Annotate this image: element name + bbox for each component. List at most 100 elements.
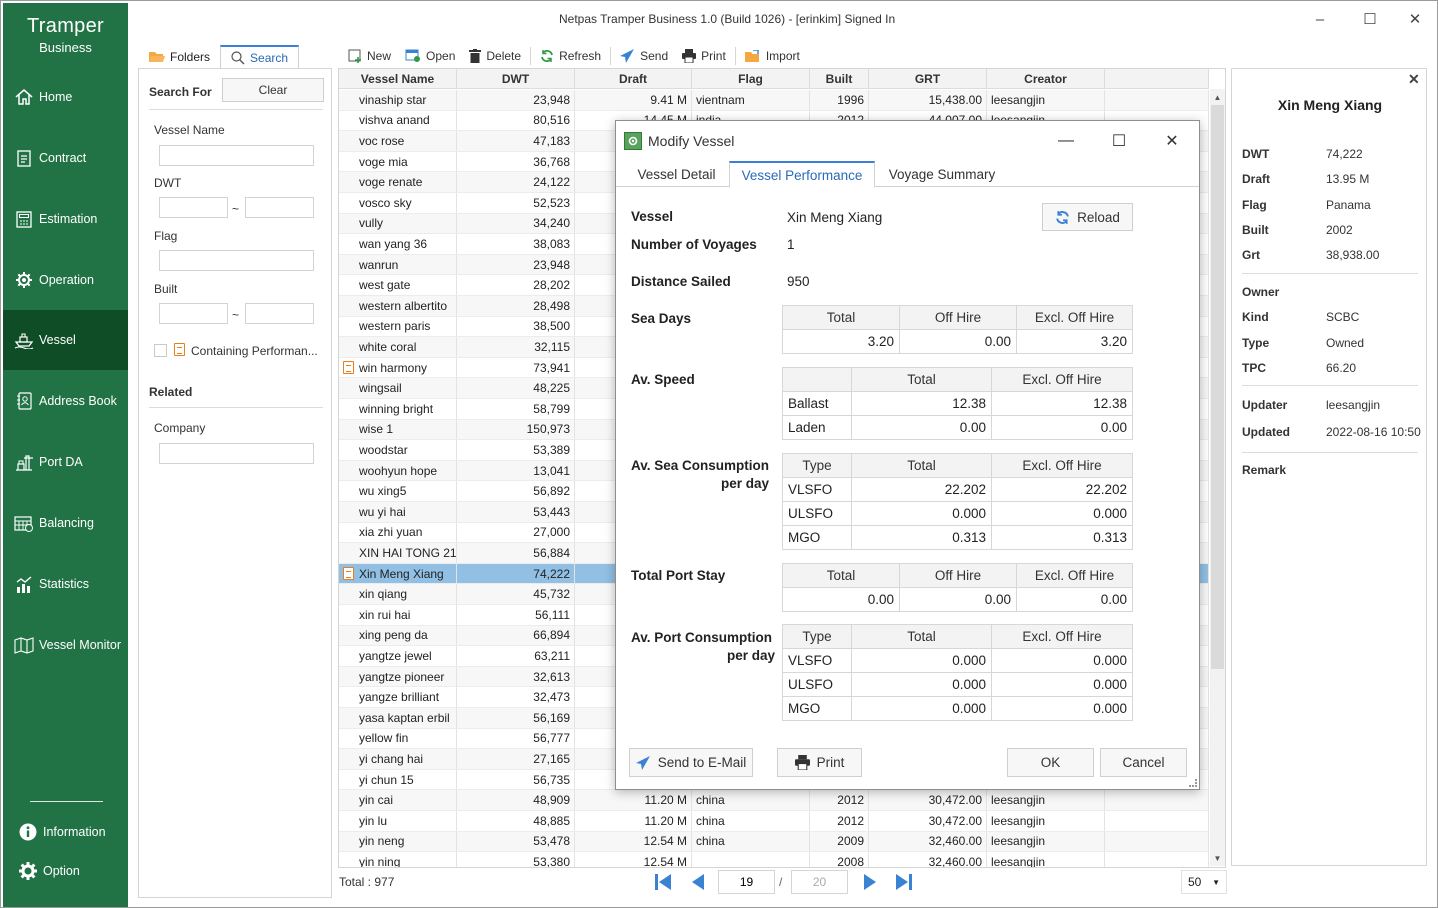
sidebar-item-home[interactable]: Home (3, 67, 128, 127)
send-email-button[interactable]: Send to E-Mail (629, 748, 753, 777)
next-page-button[interactable] (860, 869, 880, 895)
cell-text: wu xing5 (359, 484, 407, 499)
sidebar-item-option[interactable]: Option (17, 860, 80, 882)
cell-name: wingsail (339, 378, 457, 398)
dwt-to-input[interactable] (245, 197, 314, 218)
open-button[interactable]: Open (398, 49, 462, 63)
tab-vessel-performance[interactable]: Vessel Performance (729, 161, 875, 188)
column-header-draft[interactable]: Draft (575, 69, 692, 89)
flag-input[interactable] (159, 250, 314, 271)
sidebar-item-information[interactable]: Information (17, 821, 106, 843)
panel-title: Xin Meng Xiang (1277, 97, 1383, 113)
import-button[interactable]: Import (738, 49, 807, 63)
reload-button[interactable]: Reload (1042, 203, 1133, 231)
cell-name: xing peng da (339, 625, 457, 646)
cell-text: 36,768 (533, 154, 570, 169)
tab-label: Search (250, 51, 289, 65)
cell-grt: 30,472.00 (869, 790, 987, 810)
containing-performance-checkbox[interactable] (154, 344, 167, 357)
scrollbar-thumb[interactable] (1211, 105, 1224, 669)
dialog-maximize-button[interactable]: ☐ (1104, 129, 1134, 153)
table-row[interactable]: yin ning 53,380 12.54 M 2008 32,460.00 leesan… (339, 852, 1209, 867)
last-page-button[interactable] (894, 869, 914, 895)
sidebar-item-address-book[interactable]: Address Book (3, 371, 128, 431)
tab-voyage-summary[interactable]: Voyage Summary (876, 161, 1008, 187)
cell-name: voc rose (339, 131, 457, 151)
built-from-input[interactable] (159, 303, 228, 324)
refresh-button[interactable]: Refresh (533, 49, 608, 63)
tab-vessel-detail[interactable]: Vessel Detail (624, 161, 729, 187)
sidebar-item-statistics[interactable]: Statistics (3, 554, 128, 614)
brand-line1: Tramper (27, 15, 104, 37)
close-button[interactable]: ✕ (1400, 7, 1430, 31)
cell-text: 38,500 (533, 319, 570, 334)
cell-draft: 12.54 M (575, 852, 692, 867)
field-label: Built (1242, 223, 1269, 237)
cell-name: yasa kaptan erbil (339, 708, 457, 728)
sidebar-item-contract[interactable]: Contract (3, 128, 128, 188)
minimize-icon: — (1058, 132, 1074, 149)
column-header-flag[interactable]: Flag (692, 69, 810, 89)
clear-button[interactable]: Clear (222, 78, 324, 102)
statistics-icon (13, 575, 35, 593)
sidebar-item-label: Home (39, 90, 73, 104)
cell-dwt: 53,380 (457, 852, 575, 867)
first-page-button[interactable] (653, 869, 673, 895)
column-header-built[interactable]: Built (810, 69, 869, 89)
close-panel-button[interactable]: ✕ (1408, 71, 1420, 88)
company-input[interactable] (159, 443, 314, 464)
send-button[interactable]: Send (613, 49, 675, 63)
dialog-minimize-button[interactable]: — (1051, 129, 1081, 153)
new-button[interactable]: New (341, 49, 398, 63)
sidebar-item-vessel[interactable]: Vessel (3, 310, 128, 370)
sidebar-item-label: Statistics (39, 577, 90, 591)
current-page-input[interactable] (718, 870, 775, 894)
vessel-name-input[interactable] (159, 145, 314, 166)
sea-days-label: Sea Days (631, 311, 692, 326)
maximize-button[interactable]: ☐ (1355, 7, 1385, 31)
sidebar-item-operation[interactable]: Operation (3, 250, 128, 310)
print-button[interactable]: Print (675, 49, 733, 63)
detail-field-type: Type Owned (1242, 336, 1364, 350)
dwt-from-input[interactable] (159, 197, 228, 218)
delete-button[interactable]: Delete (462, 49, 528, 63)
ok-button[interactable]: OK (1007, 748, 1094, 777)
resize-grip[interactable] (1189, 779, 1197, 787)
field-label: Remark (1242, 463, 1287, 477)
table-row[interactable]: yin cai 48,909 11.20 M china 2012 30,472.00 le… (339, 790, 1209, 811)
column-header-dwt[interactable]: DWT (457, 69, 575, 89)
cell-text: voc rose (359, 133, 405, 148)
built-to-input[interactable] (245, 303, 314, 324)
field-label: Flag (1242, 198, 1267, 212)
import-icon (744, 49, 761, 63)
port-stay-table: Total Off Hire Excl. Off Hire 0.00 0.00 0.00 (782, 563, 1133, 612)
column-header-creator[interactable]: Creator (987, 69, 1105, 89)
dialog-close-button[interactable]: ✕ (1157, 129, 1187, 153)
column-header-grt[interactable]: GRT (869, 69, 987, 89)
port-stay-excl-off-hire: 0.00 (1016, 587, 1133, 612)
cell: 0.00 (851, 415, 992, 440)
sidebar-item-port-da[interactable]: Port DA (3, 432, 128, 492)
sidebar-item-estimation[interactable]: Estimation (3, 189, 128, 249)
tab-folders[interactable]: Folders (139, 45, 220, 69)
cell-name: west gate (339, 275, 457, 295)
cancel-button[interactable]: Cancel (1100, 748, 1187, 777)
cell-name: yangtze jewel (339, 646, 457, 666)
scroll-up-arrow[interactable]: ▲ (1210, 90, 1225, 104)
table-row[interactable]: vinaship star 23,948 9.41 M vientnam 1996 15,… (339, 90, 1209, 111)
sidebar-item-balancing[interactable]: Balancing (3, 493, 128, 553)
distance-value: 950 (787, 274, 810, 289)
minimize-button[interactable]: – (1305, 7, 1335, 31)
scroll-down-arrow[interactable]: ▼ (1210, 851, 1225, 865)
col-header: Total (782, 305, 900, 330)
column-header-vessel-name[interactable]: Vessel Name (339, 69, 457, 89)
table-row[interactable]: yin lu 48,885 11.20 M china 2012 30,472.00 lee… (339, 811, 1209, 832)
page-size-select[interactable]: 50 ▼ (1181, 870, 1227, 894)
tab-search[interactable]: Search (220, 45, 300, 69)
table-row[interactable]: yin neng 53,478 12.54 M china 2009 32,460.00 l… (339, 831, 1209, 853)
sidebar-item-vessel-monitor[interactable]: Vessel Monitor (3, 615, 128, 675)
cell-draft: 9.41 M (575, 90, 692, 110)
prev-page-button[interactable] (688, 869, 708, 895)
print-button[interactable]: Print (777, 748, 862, 777)
performance-icon (174, 343, 185, 356)
